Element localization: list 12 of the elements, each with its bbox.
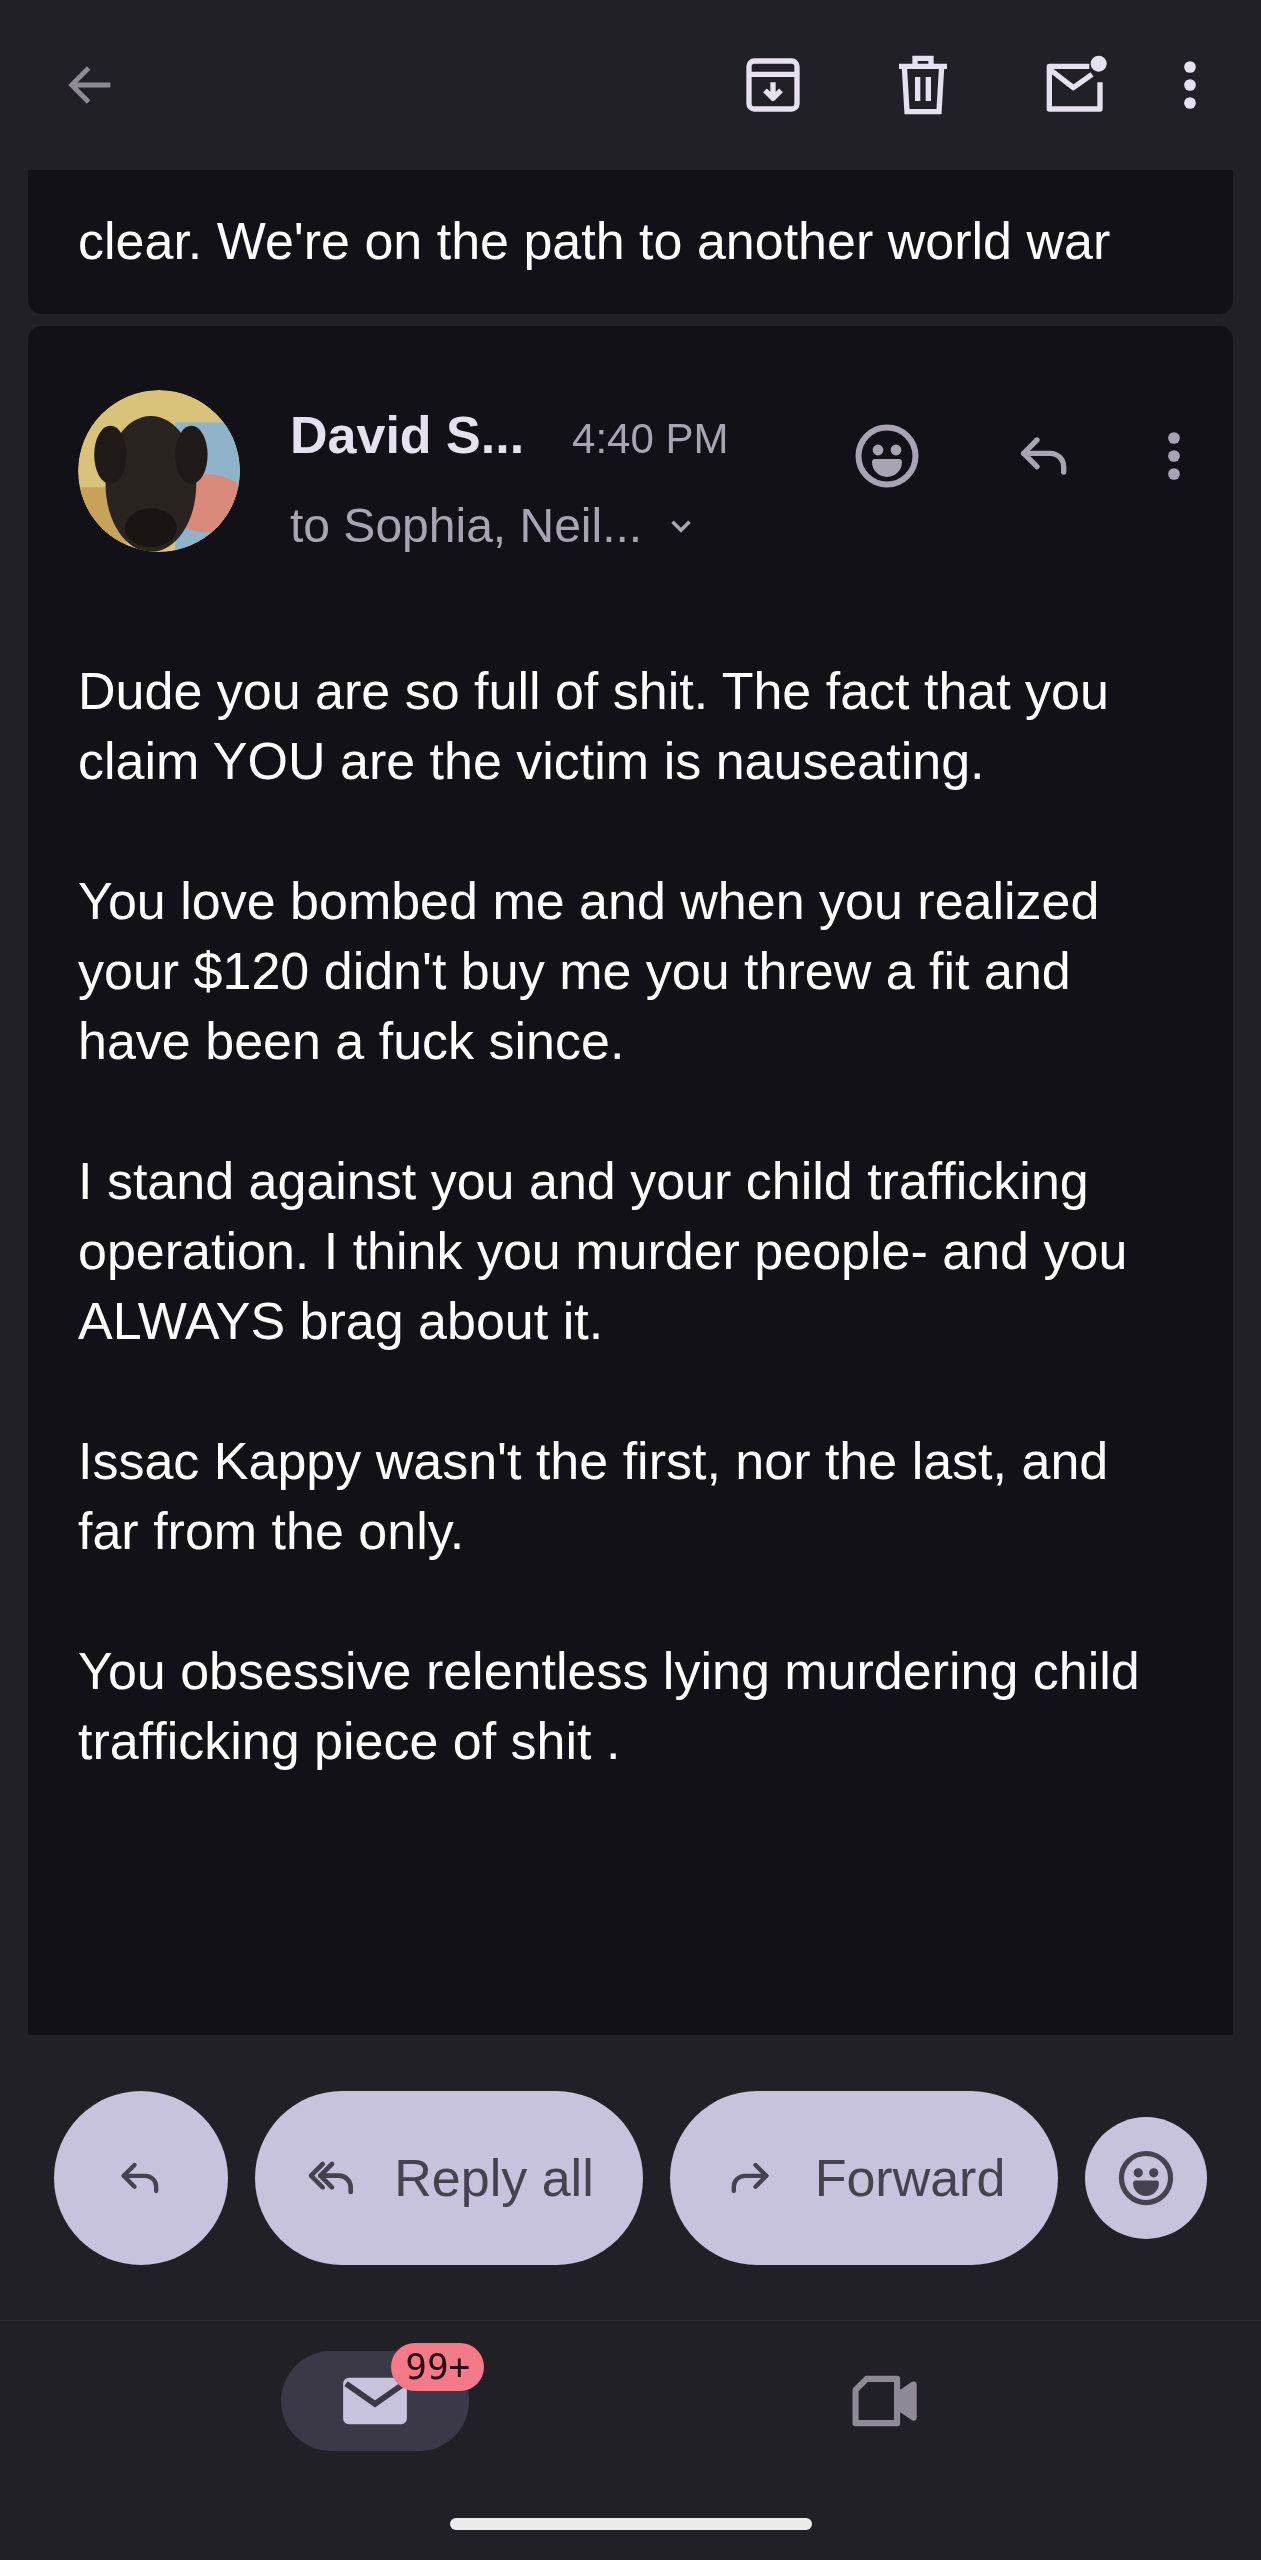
message-text: clear. We're on the path to another world war xyxy=(78,211,1112,272)
message-text: You love bombed me and when you realized your $120 didn't buy me you threw a fit and have been a fuck since. xyxy=(78,871,1101,1072)
message-text: You obsessive relentless lying murdering child trafficking piece of shit . xyxy=(78,1641,1141,1772)
message-text: Issac Kappy wasn't the first, nor the last, and far from the only. xyxy=(78,1431,1110,1562)
message-text: Dude you are so full of shit. The fact that you claim YOU are the victim is nauseating. xyxy=(78,661,1110,792)
sender-name: David S... xyxy=(290,405,525,466)
message-time: 4:40 PM xyxy=(572,414,729,464)
recipients-text: to Sophia, Neil... xyxy=(290,498,643,554)
unread-count-badge: 99+ xyxy=(391,2343,485,2391)
message-text: I stand against you and your child trafficking operation. I think you murder people- and you ALWAYS brag about it. xyxy=(78,1151,1129,1352)
forward-button[interactable]: Forward xyxy=(670,2090,1058,2265)
reply-all-button[interactable]: Reply all xyxy=(255,2090,643,2265)
